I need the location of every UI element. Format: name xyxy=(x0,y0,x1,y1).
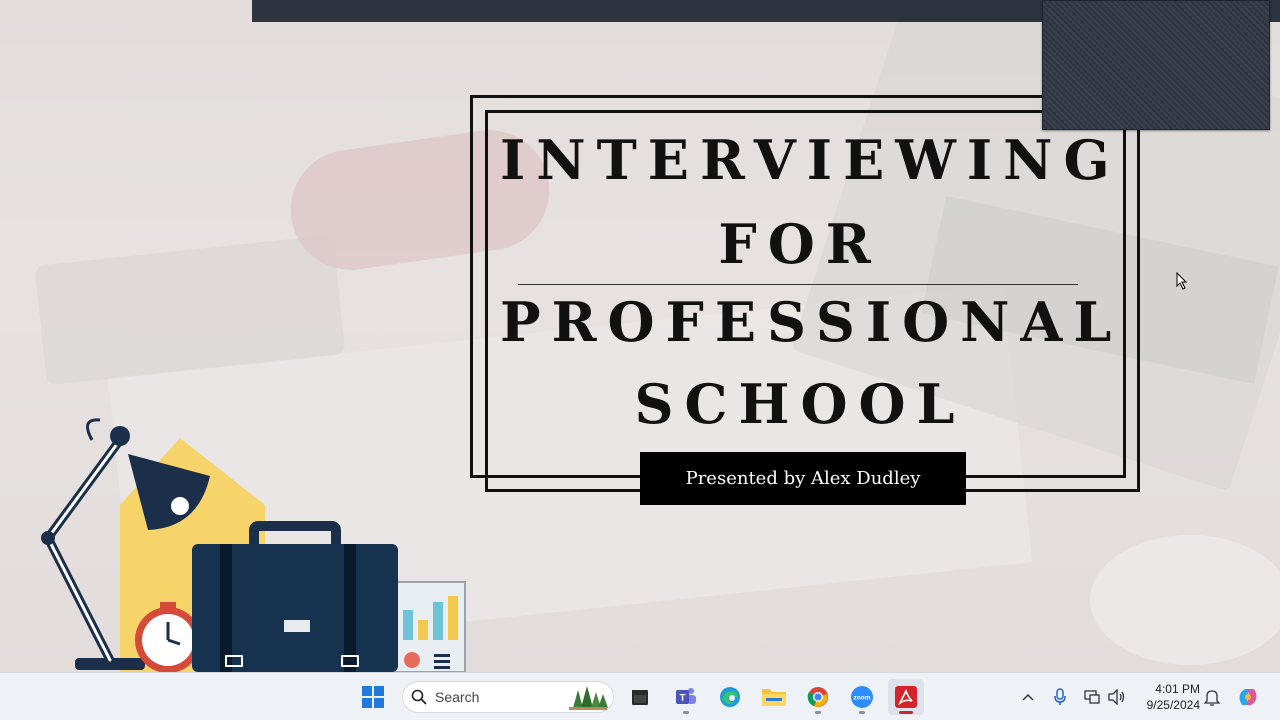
search-placeholder: Search xyxy=(435,689,480,705)
network-icon xyxy=(1084,690,1100,704)
title-line-4: SCHOOL xyxy=(634,372,966,436)
title-divider xyxy=(518,284,1078,285)
taskbar: Search T zoom 4:01 PM 9/25/2024 xyxy=(0,672,1280,720)
volume-icon xyxy=(1108,689,1125,705)
chart-card-icon xyxy=(394,581,466,672)
taskbar-app-files[interactable] xyxy=(622,679,658,715)
microphone-button[interactable] xyxy=(1050,673,1070,720)
start-icon xyxy=(362,686,384,708)
chrome-icon xyxy=(807,687,828,707)
acrobat-icon xyxy=(895,686,917,708)
title-line-3: PROFESSIONAL xyxy=(500,290,1123,354)
title-line-2: FOR xyxy=(718,212,882,276)
chevron-up-icon xyxy=(1022,693,1034,701)
taskbar-search-box[interactable]: Search xyxy=(402,681,614,713)
notification-icon xyxy=(1204,690,1220,706)
zoom-icon: zoom xyxy=(851,686,873,708)
taskbar-app-explorer[interactable] xyxy=(756,679,792,715)
edge-icon xyxy=(720,687,740,707)
notification-button[interactable] xyxy=(1202,673,1222,720)
office-illustration xyxy=(41,418,466,672)
search-highlight-trees-icon xyxy=(569,686,608,710)
svg-text:T: T xyxy=(679,693,685,704)
network-button[interactable] xyxy=(1082,673,1102,720)
taskbar-app-edge[interactable] xyxy=(712,679,748,715)
file-explorer-icon xyxy=(762,689,786,706)
start-button[interactable] xyxy=(355,679,391,715)
presenter-label: Presented by Alex Dudley xyxy=(640,452,966,505)
taskbar-app-acrobat[interactable] xyxy=(888,679,924,715)
taskbar-app-chrome[interactable] xyxy=(800,679,836,715)
search-icon xyxy=(411,689,427,705)
clock-time: 4:01 PM xyxy=(1155,682,1200,696)
microphone-icon xyxy=(1054,688,1066,705)
volume-button[interactable] xyxy=(1106,673,1128,720)
file-manager-icon xyxy=(632,690,648,705)
clock-date: 9/25/2024 xyxy=(1146,698,1200,712)
copilot-button[interactable] xyxy=(1234,673,1262,720)
copilot-icon xyxy=(1239,689,1257,705)
title-line-1: INTERVIEWING xyxy=(500,128,1121,192)
svg-text:zoom: zoom xyxy=(854,695,871,702)
taskbar-app-teams[interactable]: T xyxy=(668,679,704,715)
teams-icon: T xyxy=(676,688,696,704)
taskbar-app-zoom[interactable]: zoom xyxy=(844,679,880,715)
corner-accent-block xyxy=(1042,0,1270,130)
briefcase-icon xyxy=(192,521,398,672)
show-hidden-icons-button[interactable] xyxy=(1018,673,1038,720)
mouse-cursor-icon xyxy=(1176,272,1188,290)
presentation-slide: INTERVIEWING FOR PROFESSIONAL SCHOOL Pre… xyxy=(0,0,1280,672)
taskbar-clock[interactable]: 4:01 PM 9/25/2024 xyxy=(1136,681,1200,713)
